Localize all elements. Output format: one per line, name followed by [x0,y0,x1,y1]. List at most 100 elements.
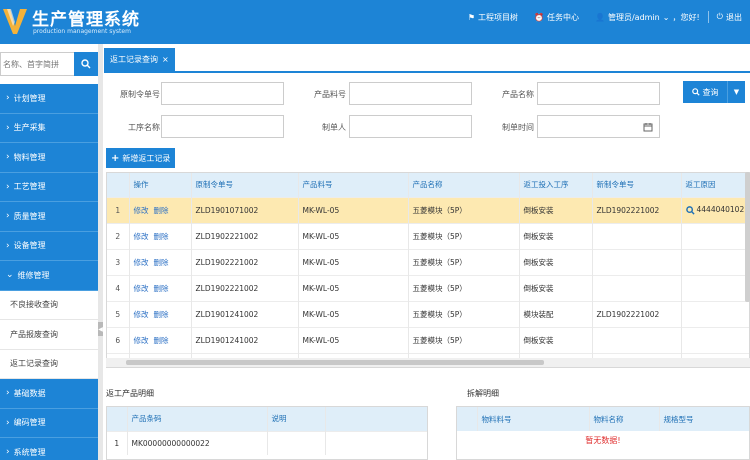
sidebar-item-material[interactable]: › 物料管理 [0,143,98,173]
process-name-input[interactable] [161,115,284,138]
table-vertical-scrollbar[interactable] [745,172,750,302]
edit-link[interactable]: 修改 [134,258,149,267]
sidebar-collapse-bar[interactable]: ◀ [98,44,103,460]
rework-process-cell: 倒板安装 [519,196,593,223]
sidebar-item-process[interactable]: › 工艺管理 [0,172,98,202]
delete-link[interactable]: 删除 [154,336,169,345]
flag-icon: ⚑ [467,12,476,22]
sidebar-item-production-collect[interactable]: › 生产采集 [0,113,98,143]
col-spec[interactable]: 规格型号 [659,407,749,431]
edit-link[interactable]: 修改 [134,232,149,241]
tab-rework-query[interactable]: 返工记录查询 × [104,48,175,71]
menu-search-button[interactable] [74,52,98,76]
order-no-input[interactable] [161,82,284,105]
sidebar-item-system[interactable]: › 系统管理 [0,438,98,460]
task-center-label: 任务中心 [547,12,580,22]
logout-button[interactable]: ⏻ 退出 [709,12,750,23]
close-icon[interactable]: × [162,55,169,64]
col-actions[interactable]: 操作 [129,173,192,197]
sidebar-item-equipment[interactable]: › 设备管理 [0,231,98,261]
table-row[interactable]: 4 修改 删除 ZLD1902221002 MK-WL-05 五菱模块（5P） 倒板安装 [107,274,749,301]
col-order-no[interactable]: 原制令单号 [191,173,299,197]
delete-link[interactable]: 删除 [154,258,169,267]
query-options-caret[interactable]: ▼ [727,81,745,103]
delete-link[interactable]: 删除 [154,232,169,241]
col-note[interactable]: 说明 [267,407,326,431]
table-row[interactable]: 6 修改 删除 ZLD1901241002 MK-WL-05 五菱模块（5P） 倒板安装 [107,326,749,353]
material-no-input[interactable] [349,82,472,105]
table-row[interactable]: 1 修改 删除 ZLD1901071002 MK-WL-05 五菱模块（5P） 倒板安装 ZL… [107,196,749,223]
sidebar-subitem-scrap-query[interactable]: 产品报废查询 [0,320,98,350]
new-order-no-cell [592,248,682,275]
caret-left-icon[interactable]: ◀ [98,322,103,336]
delete-link[interactable]: 删除 [154,206,169,215]
sidebar-subitem-label: 返工记录查询 [10,359,58,369]
sidebar-item-plan[interactable]: › 计划管理 [0,84,98,114]
task-center-link[interactable]: ⏰ 任务中心 [526,12,587,23]
calendar-icon[interactable] [643,122,653,132]
edit-link[interactable]: 修改 [134,336,149,345]
query-button[interactable]: 查询 [683,81,727,103]
col-rework-reason[interactable]: 返工原因 [681,173,749,197]
project-tree-link[interactable]: ⚑ 工程项目树 [460,12,526,23]
actions-cell: 修改 删除 [129,222,192,249]
delete-link[interactable]: 删除 [154,284,169,293]
col-product-name[interactable]: 产品名称 [408,173,520,197]
logout-label: 退出 [726,12,742,22]
rework-reason-cell: 444404010212 [681,196,749,223]
user-menu[interactable]: 👤 管理员/admin ⌄ ，您好! [587,12,708,23]
sidebar-subitem-defect-receive[interactable]: 不良接收查询 [0,290,98,320]
sidebar-subitem-rework-query[interactable]: 返工记录查询 [0,349,98,379]
delete-link[interactable]: 删除 [154,310,169,319]
sidebar-item-label: 维修管理 [17,270,50,280]
col-index [457,407,478,431]
search-icon[interactable] [685,205,695,215]
order-no-cell: ZLD1901241002 [191,326,299,353]
user-icon: 👤 [595,12,605,22]
sidebar-item-label: 编码管理 [13,418,46,428]
col-index [107,407,128,431]
scrollbar-thumb[interactable] [126,360,544,365]
sidebar-item-coding[interactable]: › 编码管理 [0,408,98,438]
table-row[interactable]: 3 修改 删除 ZLD1902221002 MK-WL-05 五菱模块（5P） 倒板安装 [107,248,749,275]
edit-link[interactable]: 修改 [134,284,149,293]
chevron-right-icon: › [6,93,10,104]
new-order-no-cell: ZLD1902221002 [592,196,682,223]
col-empty [325,407,427,431]
edit-link[interactable]: 修改 [134,310,149,319]
created-time-input[interactable] [537,115,660,138]
table-row[interactable]: 5 修改 删除 ZLD1901241002 MK-WL-05 五菱模块（5P） 模块装配 ZL… [107,300,749,327]
creator-input[interactable] [349,115,472,138]
add-rework-record-button[interactable]: + 新增返工记录 [106,148,176,168]
menu-search-input[interactable] [0,52,74,76]
product-name-cell: 五菱模块（5P） [408,248,520,275]
col-material-no[interactable]: 产品料号 [298,173,409,197]
col-new-order-no[interactable]: 新制令单号 [592,173,682,197]
col-barcode[interactable]: 产品条码 [127,407,268,431]
new-order-no-cell [592,274,682,301]
sidebar-item-basic-data[interactable]: › 基础数据 [0,379,98,409]
sidebar-item-maintenance[interactable]: ⌄ 维修管理 [0,261,98,291]
sidebar-item-label: 质量管理 [13,211,46,221]
row-index: 6 [107,326,130,353]
rework-process-cell: 模块装配 [519,300,593,327]
product-name-input[interactable] [537,82,660,105]
col-rework-process[interactable]: 返工投入工序 [519,173,593,197]
table-horizontal-scrollbar[interactable] [106,358,750,367]
row-index: 4 [107,274,130,301]
chevron-down-icon: ⌄ [6,270,14,281]
app-subtitle: production management system [33,28,131,35]
sidebar-item-quality[interactable]: › 质量管理 [0,202,98,232]
caret-down-icon: ▼ [733,88,740,96]
table-row[interactable]: 1 MK00000000000022 [107,430,427,455]
chevron-right-icon: › [6,240,10,251]
empty-cell [325,430,427,455]
power-icon: ⏻ [716,12,723,21]
col-material-name[interactable]: 物料名称 [589,407,660,431]
order-no-cell: ZLD1902221002 [191,222,299,249]
col-material-no[interactable]: 物料料号 [477,407,590,431]
rework-detail-title: 返工产品明细 [106,389,154,398]
table-row[interactable]: 2 修改 删除 ZLD1902221002 MK-WL-05 五菱模块（5P） 倒板安装 [107,222,749,249]
edit-link[interactable]: 修改 [134,206,149,215]
row-index: 3 [107,248,130,275]
